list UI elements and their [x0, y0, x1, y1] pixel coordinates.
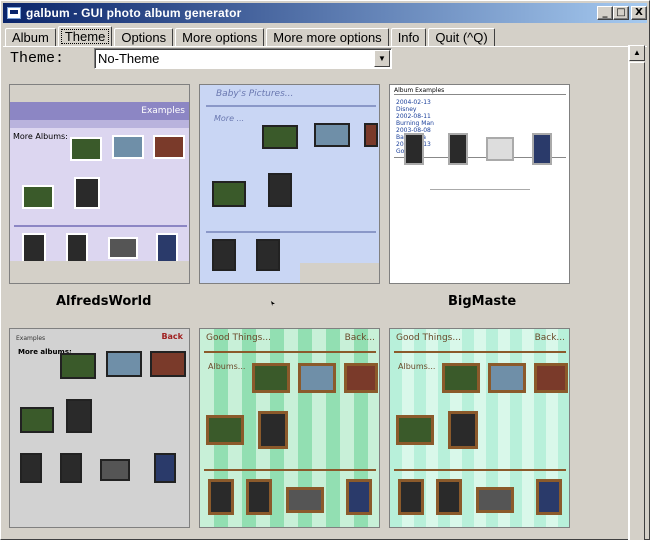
tab-bar: Album Theme Options More options More mo… [5, 25, 497, 47]
thumbnail-header: Baby's Pictures... [216, 89, 294, 99]
thumbnail-header: Good Things... [396, 333, 461, 343]
tab-options[interactable]: Options [114, 28, 174, 47]
minimize-button[interactable]: _ [597, 6, 613, 20]
photo-album-icon [7, 7, 21, 19]
thumbnail-subhead: Albums... [208, 362, 246, 371]
tab-theme[interactable]: Theme [57, 26, 113, 47]
thumbnail-header: Examples [16, 335, 46, 342]
theme-dropdown-value: No-Theme [98, 51, 160, 66]
title-bar[interactable]: galbum - GUI photo album generator _ □ X [3, 3, 647, 23]
maximize-button[interactable]: □ [613, 6, 629, 20]
theme-thumbnail-bigmaste[interactable]: Album Examples 2004-02-13 Disney 2002-08-1… [389, 84, 570, 284]
chevron-down-icon[interactable]: ▼ [374, 50, 390, 67]
thumbnail-header: Good Things... [206, 333, 271, 343]
thumbnail-subhead: More ... [214, 114, 245, 123]
theme-thumbnail-baby[interactable]: Baby's Pictures... More ... [199, 84, 380, 284]
tab-quit[interactable]: Quit (^Q) [428, 28, 495, 47]
tab-more-options[interactable]: More options [175, 28, 265, 47]
theme-thumbnail-good-things-green[interactable]: Good Things... Back... Albums... [199, 328, 380, 528]
tab-info[interactable]: Info [390, 28, 427, 47]
theme-thumbnail-granite[interactable]: Examples Back More albums: [9, 328, 190, 528]
arrow-up-icon[interactable]: ▲ [629, 45, 645, 61]
close-button[interactable]: X [631, 6, 647, 20]
vertical-scrollbar[interactable]: ▲ [628, 45, 645, 540]
thumbnail-subhead: More Albums: [13, 132, 68, 141]
thumbnail-back-link: Back... [534, 333, 565, 343]
theme-caption-alfredsworld: AlfredsWorld [56, 294, 152, 309]
tab-more-more-options[interactable]: More more options [266, 28, 389, 47]
theme-label: Theme: [10, 50, 65, 67]
mouse-cursor [271, 301, 275, 306]
theme-caption-bigmaste: BigMaste [448, 294, 517, 309]
thumbnail-back-link: Back [161, 332, 183, 341]
scrollbar-thumb[interactable] [629, 62, 645, 540]
thumbnail-back-link: Back... [344, 333, 375, 343]
thumbnail-header: Album Examples [394, 87, 445, 94]
theme-thumbnail-alfredsworld[interactable]: Examples More Albums: [9, 84, 190, 284]
tab-album[interactable]: Album [5, 28, 56, 47]
thumbnail-header: Examples [141, 106, 185, 116]
window-title: galbum - GUI photo album generator [26, 6, 242, 20]
thumbnail-subhead: Albums... [398, 362, 436, 371]
tab-panel-border [3, 46, 647, 47]
theme-dropdown[interactable]: No-Theme ▼ [94, 48, 392, 69]
theme-thumbnail-good-things-mint[interactable]: Good Things... Back... Albums... [389, 328, 570, 528]
app-window: galbum - GUI photo album generator _ □ X… [0, 0, 650, 540]
